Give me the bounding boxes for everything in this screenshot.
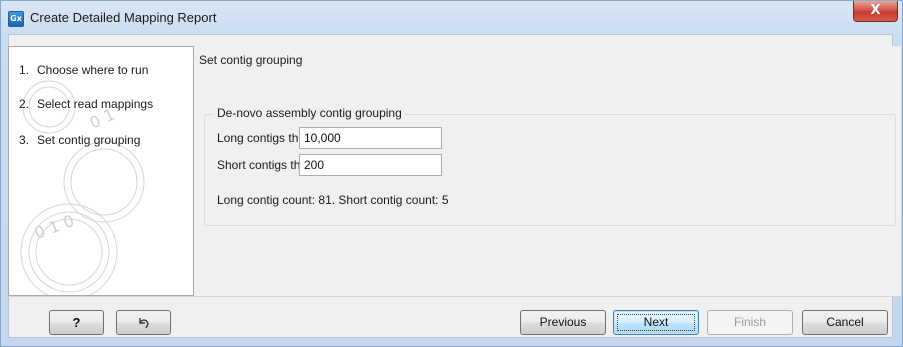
long-contigs-threshold-input[interactable]: 10,000 (299, 127, 442, 149)
close-button[interactable]: X (853, 1, 898, 22)
wizard-steps-panel: 0 1 0 0 1 1. Choose where to run 2. Select… (8, 46, 194, 296)
window-title: Create Detailed Mapping Report (30, 10, 217, 25)
wizard-step-1: 1. Choose where to run (19, 63, 149, 77)
next-button[interactable]: Next (613, 310, 699, 335)
cancel-button[interactable]: Cancel (802, 310, 888, 335)
button-bar-divider (8, 296, 901, 297)
help-button[interactable]: ? (49, 310, 104, 335)
section-title: Set contig grouping (199, 53, 303, 67)
contig-count-text: Long contig count: 81. Short contig coun… (217, 193, 449, 207)
watermark-graphic: 0 1 0 0 1 (20, 80, 145, 295)
step-label: Set contig grouping (37, 133, 141, 147)
reset-button[interactable] (116, 310, 171, 335)
group-title: De-novo assembly contig grouping (214, 106, 405, 120)
app-icon: Gx (8, 11, 24, 27)
step-label: Select read mappings (37, 97, 154, 111)
finish-button[interactable]: Finish (707, 310, 793, 335)
next-button-label: Next (643, 315, 669, 329)
short-contigs-threshold-input[interactable]: 200 (299, 154, 442, 176)
step-label: Choose where to run (37, 63, 149, 77)
close-icon: X (870, 3, 881, 18)
undo-arrow-icon (138, 318, 149, 329)
wizard-step-2: 2. Select read mappings (19, 97, 154, 111)
title-bar[interactable]: Gx Create Detailed Mapping Report X (1, 1, 902, 35)
svg-text:0 1 0: 0 1 0 (32, 211, 77, 243)
wizard-step-3: 3. Set contig grouping (19, 133, 141, 147)
previous-button[interactable]: Previous (520, 310, 606, 335)
